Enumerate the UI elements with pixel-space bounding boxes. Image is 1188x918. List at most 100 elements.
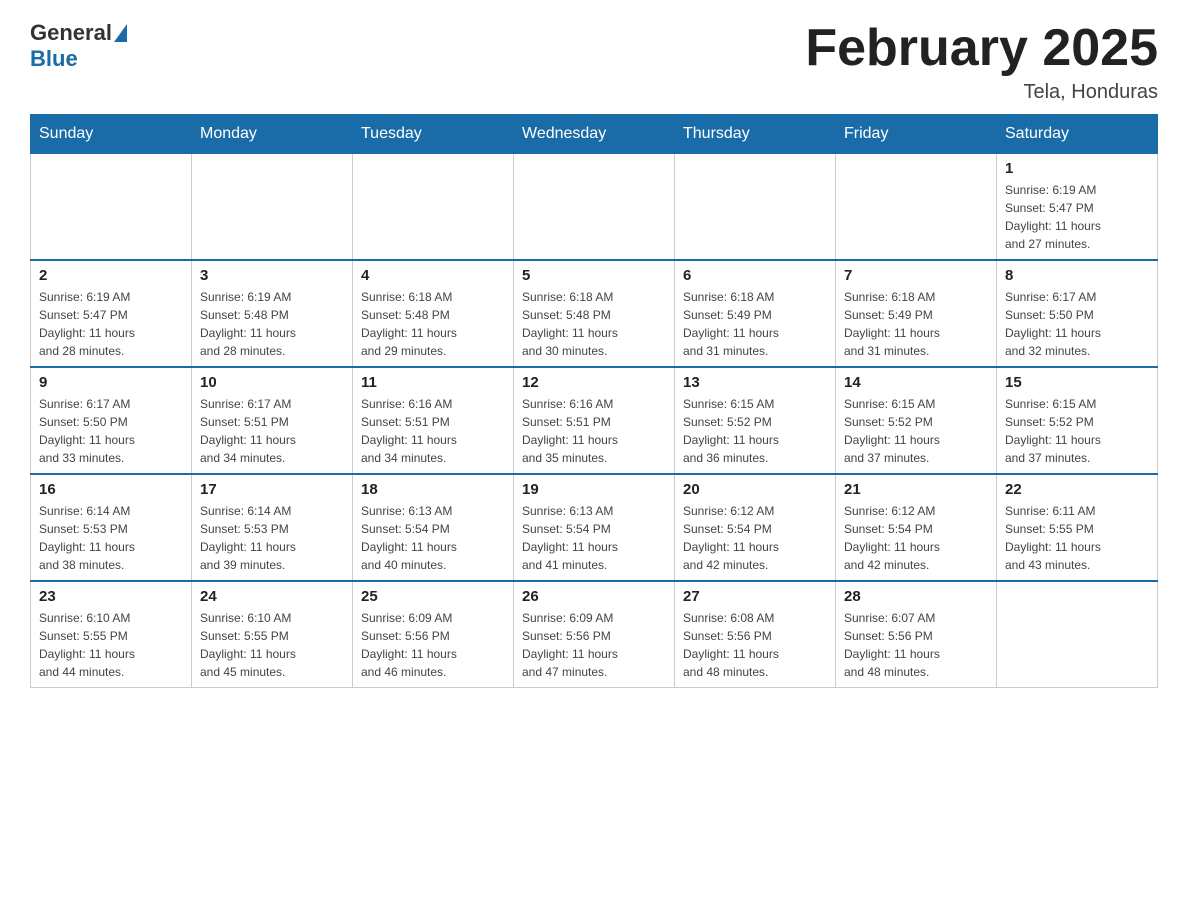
day-info: Sunrise: 6:18 AMSunset: 5:49 PMDaylight:… [844, 288, 988, 360]
page-header: General Blue February 2025 Tela, Hondura… [30, 20, 1158, 104]
day-info: Sunrise: 6:16 AMSunset: 5:51 PMDaylight:… [522, 395, 666, 467]
title-section: February 2025 Tela, Honduras [805, 20, 1158, 104]
day-info: Sunrise: 6:12 AMSunset: 5:54 PMDaylight:… [683, 502, 827, 574]
day-info: Sunrise: 6:10 AMSunset: 5:55 PMDaylight:… [39, 609, 183, 681]
day-number: 14 [844, 374, 988, 391]
calendar-day-cell: 27 Sunrise: 6:08 AMSunset: 5:56 PMDayligh… [675, 581, 836, 688]
calendar-week-row: 9 Sunrise: 6:17 AMSunset: 5:50 PMDaylight… [31, 367, 1158, 474]
weekday-header-sunday: Sunday [31, 115, 192, 154]
calendar-day-cell [514, 154, 675, 261]
day-info: Sunrise: 6:18 AMSunset: 5:48 PMDaylight:… [522, 288, 666, 360]
weekday-header-saturday: Saturday [997, 115, 1158, 154]
calendar-day-cell: 9 Sunrise: 6:17 AMSunset: 5:50 PMDaylight… [31, 367, 192, 474]
day-info: Sunrise: 6:18 AMSunset: 5:48 PMDaylight:… [361, 288, 505, 360]
day-number: 27 [683, 588, 827, 605]
day-info: Sunrise: 6:08 AMSunset: 5:56 PMDaylight:… [683, 609, 827, 681]
day-number: 7 [844, 267, 988, 284]
day-number: 9 [39, 374, 183, 391]
day-number: 25 [361, 588, 505, 605]
calendar-day-cell: 1 Sunrise: 6:19 AMSunset: 5:47 PMDaylight… [997, 154, 1158, 261]
weekday-header-friday: Friday [836, 115, 997, 154]
weekday-header-wednesday: Wednesday [514, 115, 675, 154]
logo-general: General [30, 20, 112, 46]
calendar-day-cell [353, 154, 514, 261]
calendar-day-cell: 25 Sunrise: 6:09 AMSunset: 5:56 PMDayligh… [353, 581, 514, 688]
calendar-day-cell: 24 Sunrise: 6:10 AMSunset: 5:55 PMDayligh… [192, 581, 353, 688]
day-number: 2 [39, 267, 183, 284]
calendar-day-cell [31, 154, 192, 261]
calendar-day-cell: 23 Sunrise: 6:10 AMSunset: 5:55 PMDayligh… [31, 581, 192, 688]
calendar-day-cell: 11 Sunrise: 6:16 AMSunset: 5:51 PMDayligh… [353, 367, 514, 474]
day-info: Sunrise: 6:17 AMSunset: 5:50 PMDaylight:… [39, 395, 183, 467]
day-number: 4 [361, 267, 505, 284]
day-number: 8 [1005, 267, 1149, 284]
day-info: Sunrise: 6:19 AMSunset: 5:47 PMDaylight:… [1005, 181, 1149, 253]
day-info: Sunrise: 6:18 AMSunset: 5:49 PMDaylight:… [683, 288, 827, 360]
calendar-day-cell: 8 Sunrise: 6:17 AMSunset: 5:50 PMDaylight… [997, 260, 1158, 367]
day-number: 3 [200, 267, 344, 284]
calendar-day-cell: 4 Sunrise: 6:18 AMSunset: 5:48 PMDaylight… [353, 260, 514, 367]
day-number: 20 [683, 481, 827, 498]
day-number: 1 [1005, 160, 1149, 177]
calendar-day-cell: 19 Sunrise: 6:13 AMSunset: 5:54 PMDayligh… [514, 474, 675, 581]
day-number: 28 [844, 588, 988, 605]
day-number: 13 [683, 374, 827, 391]
day-number: 16 [39, 481, 183, 498]
calendar-day-cell: 12 Sunrise: 6:16 AMSunset: 5:51 PMDayligh… [514, 367, 675, 474]
day-number: 23 [39, 588, 183, 605]
day-info: Sunrise: 6:09 AMSunset: 5:56 PMDaylight:… [522, 609, 666, 681]
calendar-day-cell: 16 Sunrise: 6:14 AMSunset: 5:53 PMDayligh… [31, 474, 192, 581]
day-number: 18 [361, 481, 505, 498]
day-info: Sunrise: 6:14 AMSunset: 5:53 PMDaylight:… [39, 502, 183, 574]
day-number: 24 [200, 588, 344, 605]
day-number: 26 [522, 588, 666, 605]
location: Tela, Honduras [805, 81, 1158, 104]
calendar-table: SundayMondayTuesdayWednesdayThursdayFrid… [30, 114, 1158, 688]
day-info: Sunrise: 6:11 AMSunset: 5:55 PMDaylight:… [1005, 502, 1149, 574]
day-number: 21 [844, 481, 988, 498]
day-info: Sunrise: 6:14 AMSunset: 5:53 PMDaylight:… [200, 502, 344, 574]
calendar-day-cell: 7 Sunrise: 6:18 AMSunset: 5:49 PMDaylight… [836, 260, 997, 367]
calendar-day-cell: 3 Sunrise: 6:19 AMSunset: 5:48 PMDaylight… [192, 260, 353, 367]
day-info: Sunrise: 6:07 AMSunset: 5:56 PMDaylight:… [844, 609, 988, 681]
day-info: Sunrise: 6:13 AMSunset: 5:54 PMDaylight:… [361, 502, 505, 574]
day-info: Sunrise: 6:10 AMSunset: 5:55 PMDaylight:… [200, 609, 344, 681]
calendar-day-cell: 2 Sunrise: 6:19 AMSunset: 5:47 PMDaylight… [31, 260, 192, 367]
calendar-week-row: 16 Sunrise: 6:14 AMSunset: 5:53 PMDayligh… [31, 474, 1158, 581]
calendar-week-row: 23 Sunrise: 6:10 AMSunset: 5:55 PMDayligh… [31, 581, 1158, 688]
calendar-day-cell: 22 Sunrise: 6:11 AMSunset: 5:55 PMDayligh… [997, 474, 1158, 581]
calendar-day-cell: 6 Sunrise: 6:18 AMSunset: 5:49 PMDaylight… [675, 260, 836, 367]
calendar-day-cell [997, 581, 1158, 688]
day-info: Sunrise: 6:17 AMSunset: 5:50 PMDaylight:… [1005, 288, 1149, 360]
day-info: Sunrise: 6:12 AMSunset: 5:54 PMDaylight:… [844, 502, 988, 574]
day-info: Sunrise: 6:16 AMSunset: 5:51 PMDaylight:… [361, 395, 505, 467]
day-number: 11 [361, 374, 505, 391]
calendar-day-cell [192, 154, 353, 261]
day-number: 12 [522, 374, 666, 391]
calendar-day-cell: 5 Sunrise: 6:18 AMSunset: 5:48 PMDaylight… [514, 260, 675, 367]
calendar-week-row: 1 Sunrise: 6:19 AMSunset: 5:47 PMDaylight… [31, 154, 1158, 261]
day-number: 15 [1005, 374, 1149, 391]
calendar-day-cell [836, 154, 997, 261]
day-info: Sunrise: 6:09 AMSunset: 5:56 PMDaylight:… [361, 609, 505, 681]
day-info: Sunrise: 6:13 AMSunset: 5:54 PMDaylight:… [522, 502, 666, 574]
day-number: 6 [683, 267, 827, 284]
calendar-day-cell [675, 154, 836, 261]
calendar-day-cell: 10Sunrise: 6:17 AMSunset: 5:51 PMDayligh… [192, 367, 353, 474]
calendar-day-cell: 14 Sunrise: 6:15 AMSunset: 5:52 PMDayligh… [836, 367, 997, 474]
day-info: Sunrise: 6:15 AMSunset: 5:52 PMDaylight:… [1005, 395, 1149, 467]
weekday-header-monday: Monday [192, 115, 353, 154]
day-number: 19 [522, 481, 666, 498]
day-info: Sunrise: 6:19 AMSunset: 5:47 PMDaylight:… [39, 288, 183, 360]
day-info: Sunrise: 6:19 AMSunset: 5:48 PMDaylight:… [200, 288, 344, 360]
day-number: 5 [522, 267, 666, 284]
day-info: Sunrise: 6:15 AMSunset: 5:52 PMDaylight:… [844, 395, 988, 467]
calendar-day-cell: 26 Sunrise: 6:09 AMSunset: 5:56 PMDayligh… [514, 581, 675, 688]
weekday-header-row: SundayMondayTuesdayWednesdayThursdayFrid… [31, 115, 1158, 154]
day-number: 22 [1005, 481, 1149, 498]
month-title: February 2025 [805, 20, 1158, 77]
day-info: Sunrise: 6:15 AMSunset: 5:52 PMDaylight:… [683, 395, 827, 467]
calendar-day-cell: 21 Sunrise: 6:12 AMSunset: 5:54 PMDayligh… [836, 474, 997, 581]
day-number: 10 [200, 374, 344, 391]
calendar-week-row: 2 Sunrise: 6:19 AMSunset: 5:47 PMDaylight… [31, 260, 1158, 367]
